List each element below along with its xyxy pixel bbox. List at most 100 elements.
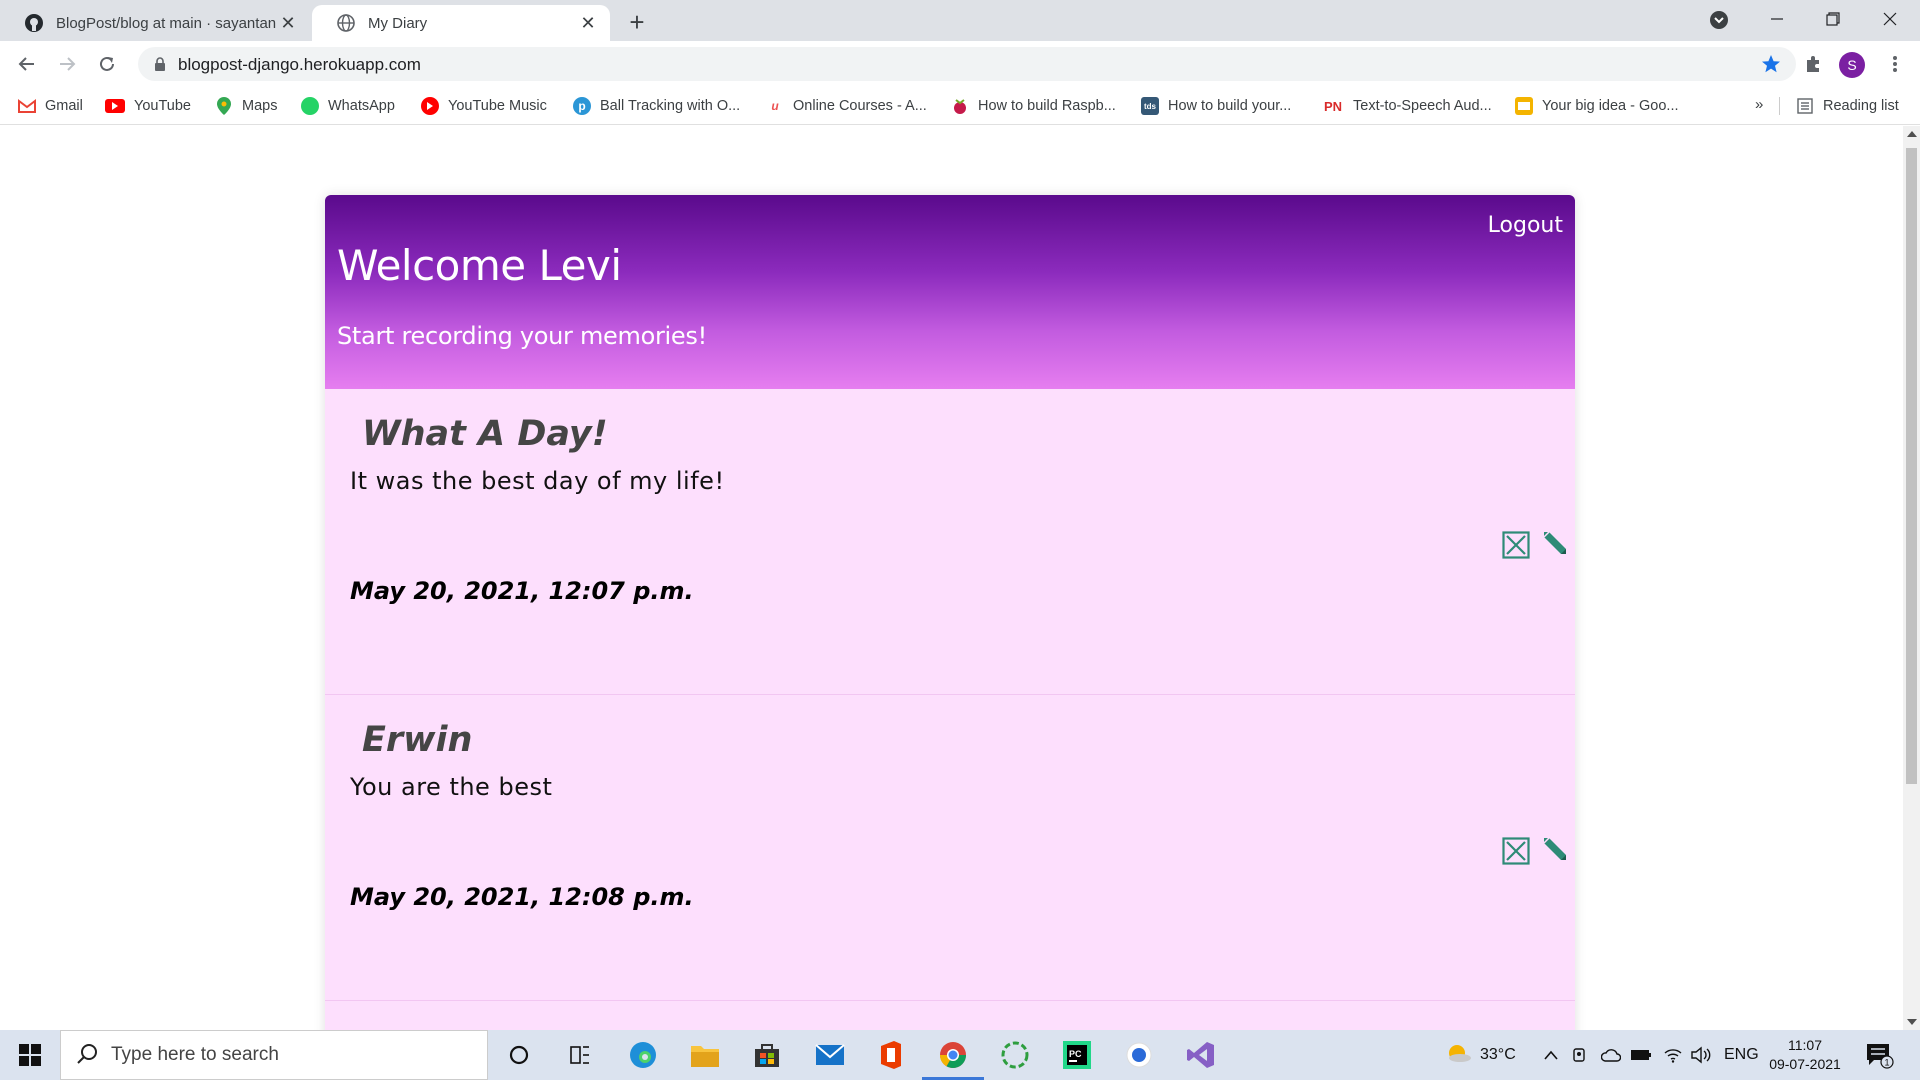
bookmark-how-to-build[interactable]: tds How to build your... [1141, 96, 1291, 116]
restore-icon[interactable] [1813, 4, 1853, 34]
whatsapp-desktop-icon[interactable] [1119, 1035, 1159, 1075]
clock-time: 11:07 [1788, 1037, 1822, 1053]
bookmarks-bar: Gmail YouTube Maps WhatsApp YouTube Musi… [0, 87, 1920, 125]
entry-date: May 20, 2021, 12:07 p.m. [350, 577, 694, 605]
lock-icon[interactable] [152, 56, 168, 72]
notification-center-icon[interactable]: 1 [1864, 1040, 1894, 1070]
chrome-icon[interactable] [922, 1035, 984, 1080]
back-icon[interactable] [13, 50, 41, 78]
forward-icon[interactable] [53, 50, 81, 78]
taskbar-search-box[interactable]: Type here to search [60, 1030, 488, 1080]
scroll-up-icon[interactable] [1907, 131, 1917, 137]
tab-github[interactable]: BlogPost/blog at main · sayantan ✕ [0, 5, 310, 41]
edit-pencil-icon[interactable] [1539, 529, 1569, 559]
close-window-icon[interactable] [1870, 4, 1910, 34]
bookmark-online-courses[interactable]: u Online Courses - A... [766, 96, 926, 116]
edit-pencil-icon[interactable] [1539, 835, 1569, 865]
bookmark-raspberry[interactable]: How to build Raspb... [951, 96, 1116, 116]
entry-body: It was the best day of my life! [350, 467, 725, 495]
youtube-music-icon [421, 97, 439, 115]
extensions-icon[interactable] [1799, 50, 1827, 78]
cortana-icon[interactable] [499, 1035, 539, 1075]
file-explorer-icon[interactable] [685, 1035, 725, 1075]
close-icon[interactable]: ✕ [278, 13, 298, 33]
meet-now-icon[interactable] [1572, 1030, 1588, 1080]
search-icon [75, 1042, 101, 1068]
battery-icon[interactable] [1630, 1030, 1652, 1080]
store-icon[interactable] [747, 1035, 787, 1075]
volume-icon[interactable] [1690, 1030, 1712, 1080]
reading-list-button[interactable]: Reading list [1796, 96, 1899, 116]
bookmark-youtube[interactable]: YouTube [105, 96, 191, 116]
tab-title: BlogPost/blog at main · sayantan [56, 14, 277, 32]
reload-icon[interactable] [93, 50, 121, 78]
scrollbar-thumb[interactable] [1906, 148, 1917, 784]
sync-app-icon[interactable] [995, 1035, 1035, 1075]
youtube-icon [105, 99, 125, 113]
search-placeholder: Type here to search [111, 1044, 279, 1065]
bookmark-text-to-speech[interactable]: PN Text-to-Speech Aud... [1322, 96, 1492, 116]
windows-taskbar: Type here to search PC 33°C ENG 11:07 09… [0, 1030, 1920, 1080]
diary-entry: Erwin You are the best May 20, 2021, 12:… [325, 695, 1575, 1001]
task-view-icon[interactable] [560, 1035, 600, 1075]
visual-studio-icon[interactable] [1181, 1035, 1221, 1075]
weather-widget[interactable]: 33°C [1446, 1030, 1516, 1080]
close-icon[interactable]: ✕ [578, 13, 598, 33]
show-hidden-icons[interactable] [1543, 1030, 1559, 1080]
tab-my-diary[interactable]: My Diary ✕ [312, 5, 610, 41]
bookmarks-divider [1779, 97, 1780, 115]
wifi-icon[interactable] [1663, 1030, 1683, 1080]
language-indicator[interactable]: ENG [1724, 1030, 1759, 1080]
bookmark-whatsapp[interactable]: WhatsApp [301, 96, 395, 116]
tab-title: My Diary [368, 14, 428, 32]
logout-link[interactable]: Logout [1488, 213, 1563, 238]
bookmark-gmail[interactable]: Gmail [18, 96, 83, 116]
weather-temp: 33°C [1480, 1046, 1516, 1063]
diary-header: Logout Welcome Levi Start recording your… [325, 195, 1575, 389]
onedrive-icon[interactable] [1601, 1030, 1621, 1080]
page-scrollbar[interactable] [1903, 126, 1920, 1030]
gmail-icon [18, 97, 36, 115]
bookmark-youtube-music[interactable]: YouTube Music [421, 96, 547, 116]
raspberry-icon [951, 97, 969, 115]
bookmark-star-icon[interactable] [1760, 53, 1782, 75]
welcome-heading: Welcome Levi [337, 241, 622, 290]
udemy-icon: u [771, 99, 779, 113]
tds-icon: tds [1141, 97, 1159, 115]
delete-icon[interactable] [1502, 837, 1530, 865]
diary-entry: What A Day! It was the best day of my li… [325, 389, 1575, 695]
globe-icon [336, 13, 356, 33]
bookmarks-more-button[interactable]: » [1755, 96, 1763, 113]
tab-strip: BlogPost/blog at main · sayantan ✕ My Di… [0, 0, 1920, 41]
new-tab-button[interactable]: + [622, 8, 652, 38]
subtitle: Start recording your memories! [337, 322, 707, 350]
page-viewport: Logout Welcome Levi Start recording your… [0, 126, 1903, 1030]
weather-sun-icon [1446, 1042, 1472, 1069]
profile-avatar[interactable]: S [1839, 52, 1865, 78]
url-text[interactable]: blogpost-django.herokuapp.com [178, 55, 421, 75]
system-clock[interactable]: 11:07 09-07-2021 [1762, 1036, 1848, 1074]
entry-date: May 20, 2021, 12:08 p.m. [350, 883, 694, 911]
mail-icon[interactable] [810, 1035, 850, 1075]
slides-icon [1515, 97, 1533, 115]
scroll-down-icon[interactable] [1907, 1019, 1917, 1025]
notification-count: 1 [1885, 1058, 1890, 1068]
whatsapp-icon [301, 97, 319, 115]
windows-start-icon[interactable] [0, 1030, 60, 1080]
pycharm-icon[interactable]: PC [1057, 1035, 1097, 1075]
tab-search-icon[interactable] [1707, 8, 1731, 32]
entry-body: You are the best [350, 773, 553, 801]
menu-icon[interactable] [1881, 50, 1909, 78]
bookmark-ball-tracking[interactable]: p Ball Tracking with O... [573, 96, 740, 116]
office-icon[interactable] [871, 1035, 911, 1075]
entry-title: What A Day! [362, 414, 608, 454]
diary-card: Logout Welcome Levi Start recording your… [325, 195, 1575, 1030]
address-bar[interactable]: blogpost-django.herokuapp.com [138, 47, 1796, 81]
edge-icon[interactable] [623, 1035, 663, 1075]
minimize-icon[interactable] [1757, 4, 1797, 34]
github-icon [24, 13, 44, 33]
bookmark-maps[interactable]: Maps [215, 96, 277, 116]
delete-icon[interactable] [1502, 531, 1530, 559]
bookmark-p-icon: p [573, 97, 591, 115]
bookmark-your-big-idea[interactable]: Your big idea - Goo... [1515, 96, 1679, 116]
